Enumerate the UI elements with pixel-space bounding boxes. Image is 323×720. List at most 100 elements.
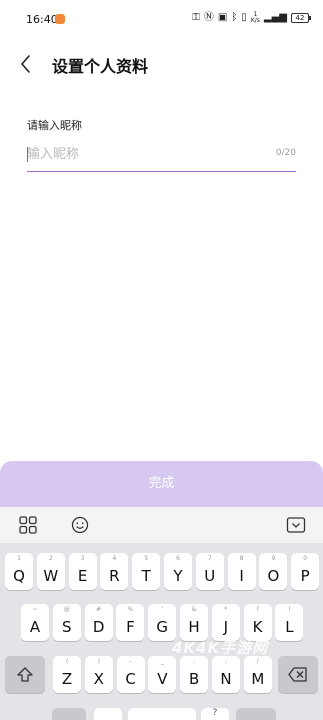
key-secondary-label: : [193, 658, 196, 665]
done-button-label: 完成 [148, 476, 175, 491]
key-secondary-label: - [129, 658, 132, 665]
emoji-icon[interactable] [69, 514, 91, 536]
key-c[interactable]: -C [116, 656, 145, 693]
key-label: H [188, 618, 200, 636]
question-key-label: ? [212, 708, 218, 718]
key-z[interactable]: (Z [53, 656, 81, 693]
key-m[interactable]: / M [243, 656, 272, 693]
key-secondary-label: 8 [239, 555, 244, 562]
header: 设置个人资料 [0, 44, 323, 84]
keyboard: 1 Q 2 W 3 E 4 R 5 T 6 Y 7 U 8 I 9 O 0 P ~ A @ S # D% F ' G & H * J? K! L(Z… [0, 543, 323, 720]
hide-keyboard-icon[interactable] [285, 514, 307, 536]
key-p[interactable]: 0P [291, 553, 320, 590]
key-f[interactable]: % F [116, 604, 145, 641]
key-d[interactable]: # D [84, 604, 113, 641]
key-secondary-label: 6 [176, 555, 180, 562]
key-n[interactable]: ; N [212, 656, 240, 693]
key-x[interactable]: ) X [84, 656, 113, 693]
back-button[interactable] [14, 50, 42, 78]
key-secondary-label: # [96, 606, 102, 613]
key-label: Y [173, 567, 183, 585]
key-h[interactable]: & H [180, 604, 208, 641]
status-bar: 16:40 ⚿ Ⓝ ▣ ᛒ ▯ 1 K/s ▂▄▆ 42 [0, 0, 323, 40]
key-label: T [141, 567, 151, 585]
nickname-label: 请输入昵称 [27, 119, 82, 132]
notification-app-icon [55, 14, 65, 24]
key-secondary-label: 1 [17, 555, 21, 562]
key-secondary-label: % [127, 606, 134, 613]
key-icon: ⚿ [192, 12, 200, 23]
key-label: M [251, 670, 265, 688]
key-label: A [29, 618, 41, 636]
key-t[interactable]: 5T [132, 553, 161, 590]
vibrate-icon: ▣ [217, 12, 228, 23]
key-label: E [77, 567, 88, 585]
key-y[interactable]: 6Y [164, 553, 192, 590]
key-secondary-label: @ [63, 606, 70, 613]
key-label: U [204, 567, 216, 585]
key-v[interactable]: _ V [148, 656, 177, 693]
key-j[interactable]: * J [211, 604, 240, 641]
key-u[interactable]: 7U [195, 553, 224, 590]
key-label: S [62, 618, 72, 636]
key-secondary-label: 2 [48, 555, 53, 562]
symbols-key[interactable] [52, 708, 86, 720]
key-l[interactable]: ! L [275, 604, 304, 641]
key-secondary-label: ! [288, 606, 291, 613]
status-icons: ⚿ Ⓝ ▣ ᛒ ▯ 1 K/s ▂▄▆ 42 [192, 12, 311, 24]
key-secondary-label: ~ [32, 606, 38, 613]
key-label: V [157, 670, 168, 688]
key-label: I [239, 567, 244, 585]
key-q[interactable]: 1Q [5, 553, 33, 590]
key-label: X [93, 670, 104, 688]
key-secondary-label: ' [161, 606, 164, 613]
key-secondary-label: ? [256, 606, 260, 613]
key-label: W [43, 567, 59, 585]
key-secondary-label: 4 [112, 555, 117, 562]
key-secondary-label: / [256, 658, 259, 665]
backspace-key[interactable] [278, 656, 318, 693]
key-secondary-label: 3 [80, 555, 85, 562]
key-secondary-label: 7 [207, 555, 212, 562]
key-e[interactable]: 3E [68, 553, 97, 590]
key-i[interactable]: 8I [227, 553, 256, 590]
key-a[interactable]: ~ A [21, 604, 49, 641]
shift-key[interactable] [5, 656, 45, 693]
key-secondary-label: 9 [271, 555, 276, 562]
key-b[interactable]: :B [180, 656, 209, 693]
key-label: P [300, 567, 310, 585]
key-secondary-label: * [224, 606, 228, 613]
key-label: R [109, 567, 120, 585]
language-key[interactable] [236, 708, 276, 720]
key-w[interactable]: 2W [36, 553, 65, 590]
key-secondary-label: 0 [303, 555, 308, 562]
backspace-icon [288, 667, 307, 682]
nickname-field[interactable]: 0/20 [27, 138, 296, 172]
keyboard-toolbar [0, 507, 323, 543]
key-secondary-label: ( [65, 658, 69, 665]
comma-key[interactable] [94, 708, 122, 720]
char-counter: 0/20 [275, 148, 296, 158]
key-label: K [252, 618, 263, 636]
apps-grid-icon[interactable] [17, 514, 39, 536]
bluetooth-icon: ᛒ [231, 12, 238, 23]
key-label: O [267, 567, 280, 585]
space-key[interactable] [128, 708, 196, 720]
key-secondary-label: 5 [144, 555, 149, 562]
key-label: C [125, 670, 136, 688]
key-k[interactable]: ? K [243, 604, 272, 641]
key-label: Q [13, 567, 25, 585]
key-label: N [220, 670, 232, 688]
key-r[interactable]: 4R [100, 553, 129, 590]
nickname-input[interactable] [27, 138, 267, 170]
key-s[interactable]: @ S [52, 604, 81, 641]
key-label: J [223, 618, 229, 636]
mute-icon: ▯ [241, 12, 247, 23]
question-key[interactable]: ? [201, 708, 229, 720]
nfc-icon: Ⓝ [203, 12, 214, 23]
key-o[interactable]: 9O [259, 553, 288, 590]
shift-icon [17, 667, 33, 682]
key-g[interactable]: ' G [148, 604, 177, 641]
signal-icon: ▂▄▆ [263, 12, 287, 23]
done-button[interactable]: 完成 [0, 461, 323, 507]
